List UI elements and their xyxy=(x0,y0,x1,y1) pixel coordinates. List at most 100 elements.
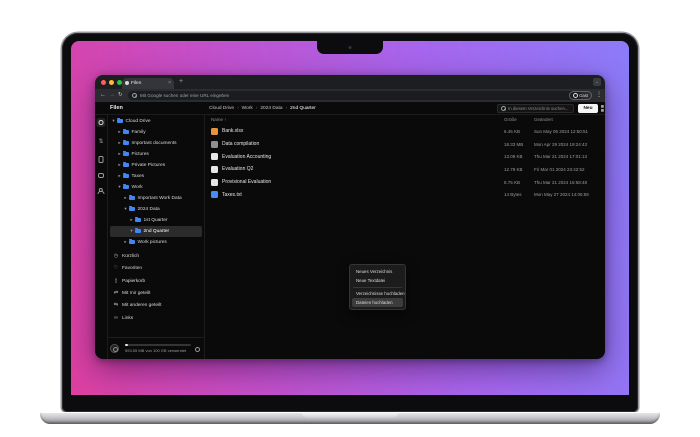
menu-item-upload-files[interactable]: Dateien hochladen xyxy=(352,298,403,307)
display-notch xyxy=(317,41,383,54)
file-rows: Bank.xlsx 6.45 KB Sun May 05 2024 12:50:… xyxy=(205,125,605,201)
sidebar-item-label: Favoriten xyxy=(122,266,142,271)
sidebar-item-label: Links xyxy=(122,316,133,321)
close-window-button[interactable] xyxy=(101,80,106,85)
column-header-size[interactable]: Größe xyxy=(504,115,517,125)
chevron-down-icon[interactable]: ▾ xyxy=(129,229,134,234)
folder-icon xyxy=(135,218,141,223)
shared-in-icon: ⇄ xyxy=(113,291,119,296)
breadcrumb-item-current[interactable]: 2nd Quarter xyxy=(290,106,316,111)
camera-icon xyxy=(349,46,352,49)
column-header-modified[interactable]: Geändert xyxy=(534,115,553,125)
chevron-right-icon[interactable]: ▸ xyxy=(117,141,122,146)
file-name: Evaluation Q2 xyxy=(222,166,253,172)
minimize-window-button[interactable] xyxy=(109,80,114,85)
tree-item-2nd-quarter-selected[interactable]: ▾ 2nd Quarter xyxy=(110,226,202,237)
tab-close-icon[interactable]: × xyxy=(168,81,171,86)
tree-item-work[interactable]: ▾ Work xyxy=(110,182,202,193)
laptop-base xyxy=(40,412,660,424)
filen-logo-button[interactable] xyxy=(97,118,106,127)
sidebar-item-recents[interactable]: ◷ Kürzlich xyxy=(108,251,204,263)
table-row[interactable]: Taxes.txt 14 Bytes Mon May 27 2024 14:05… xyxy=(205,188,605,201)
breadcrumb: Cloud Drive › Work › 2024 Data › 2nd Qua… xyxy=(209,102,316,115)
chevron-down-icon[interactable]: ▾ xyxy=(111,119,116,124)
column-header-name[interactable]: Name ↑ xyxy=(211,115,227,125)
chevron-right-icon[interactable]: ▸ xyxy=(117,174,122,179)
document-file-icon xyxy=(211,166,218,173)
chevron-right-icon[interactable]: ▸ xyxy=(117,130,122,135)
chevron-right-icon[interactable]: ▸ xyxy=(129,218,134,223)
tree-item-family[interactable]: ▸ Family xyxy=(110,127,202,138)
table-row[interactable]: Evaluation Accounting 13.09 KB Thu Mar 2… xyxy=(205,150,605,163)
breadcrumb-item[interactable]: Cloud Drive xyxy=(209,106,234,111)
tree-item-label: Work xyxy=(132,185,143,190)
table-row[interactable]: Provisional Evaluation 8.75 KB Thu Mar 2… xyxy=(205,176,605,189)
tab-title: Filen xyxy=(131,81,166,86)
menu-item-upload-directories[interactable]: Verzeichnisse hochladen xyxy=(352,289,403,298)
sidebar-item-links[interactable]: ∞ Links xyxy=(108,312,204,324)
file-size: 18.33 MB xyxy=(504,142,523,147)
storage-usage-fill xyxy=(125,344,128,346)
account-avatar[interactable] xyxy=(110,344,119,353)
sidebar-item-shared-with-me[interactable]: ⇄ Mit mir geteilt xyxy=(108,287,204,299)
chevron-right-icon[interactable]: ▸ xyxy=(123,240,128,245)
contacts-icon[interactable] xyxy=(98,188,104,194)
folder-icon xyxy=(129,207,135,212)
profile-button[interactable]: Gast xyxy=(569,91,592,100)
settings-gear-icon[interactable] xyxy=(195,347,200,352)
file-size: 14 Bytes xyxy=(504,192,522,197)
chevron-right-icon[interactable]: ▸ xyxy=(117,152,122,157)
tree-item-taxes[interactable]: ▸ Taxes xyxy=(110,171,202,182)
menu-item-new-text-file[interactable]: Neue Textdatei xyxy=(352,276,403,285)
folder-icon xyxy=(123,152,129,157)
sidebar-item-shared-with-others[interactable]: ⇆ Mit anderen geteilt xyxy=(108,300,204,312)
document-file-icon xyxy=(211,179,218,186)
transfers-icon[interactable]: ⇅ xyxy=(98,139,103,145)
tree-item-cloud-drive[interactable]: ▾ Cloud Drive xyxy=(110,116,202,127)
table-row[interactable]: Evaluation Q2 12.79 KB Fri Mar 01 2024 2… xyxy=(205,163,605,176)
grid-view-toggle-icon[interactable] xyxy=(601,105,605,112)
breadcrumb-item[interactable]: Work xyxy=(242,106,253,111)
menu-item-new-directory[interactable]: Neues Verzeichnis xyxy=(352,267,403,276)
table-row[interactable]: Bank.xlsx 6.45 KB Sun May 05 2024 12:50:… xyxy=(205,125,605,138)
tree-item-pictures[interactable]: ▸ Pictures xyxy=(110,149,202,160)
new-button[interactable]: Neu xyxy=(578,104,598,113)
tab-search-button[interactable]: ⌄ xyxy=(593,78,601,86)
file-name: Bank.xlsx xyxy=(222,128,243,134)
browser-menu-button[interactable]: ⋮ xyxy=(596,89,602,102)
chevron-down-icon[interactable]: ▾ xyxy=(117,185,122,190)
devices-icon[interactable] xyxy=(99,156,104,163)
tree-item-important-work-data[interactable]: ▸ Important Work Data xyxy=(110,193,202,204)
archive-file-icon xyxy=(211,141,218,148)
browser-tab-filen[interactable]: Filen × xyxy=(122,78,174,90)
sidebar-item-trash[interactable]: ▯ Papierkorb xyxy=(108,275,204,287)
tree-item-1st-quarter[interactable]: ▸ 1st Quarter xyxy=(110,215,202,226)
text-file-icon xyxy=(211,191,218,198)
folder-icon xyxy=(123,141,129,146)
chevron-right-icon[interactable]: ▸ xyxy=(117,163,122,168)
reload-button[interactable]: ↻ xyxy=(118,89,123,102)
table-row[interactable]: Data compilation 18.33 MB Mon Apr 29 202… xyxy=(205,138,605,151)
folder-icon xyxy=(117,119,123,124)
directory-search-input[interactable]: In diesem Verzeichnis suchen... xyxy=(497,104,574,113)
address-bar[interactable]: Mit Google suchen oder eine URL eingeben xyxy=(128,91,582,100)
new-tab-button[interactable]: + xyxy=(179,75,183,89)
chat-icon[interactable] xyxy=(98,173,104,178)
search-placeholder: In diesem Verzeichnis suchen... xyxy=(508,106,568,111)
tree-item-private-pictures[interactable]: ▸ Private Pictures xyxy=(110,160,202,171)
chevron-down-icon[interactable]: ▾ xyxy=(123,207,128,212)
back-button[interactable]: ← xyxy=(100,89,106,102)
sidebar-shortcuts: ◷ Kürzlich ♡ Favoriten ▯ Papierkorb xyxy=(108,251,204,325)
forward-button[interactable]: → xyxy=(109,89,115,102)
breadcrumb-item[interactable]: 2024 Data xyxy=(260,106,282,111)
context-menu: Neues Verzeichnis Neue Textdatei Verzeic… xyxy=(349,264,406,310)
file-modified: Mon Apr 29 2024 19:24:43 xyxy=(534,142,587,147)
link-icon: ∞ xyxy=(113,316,119,321)
chevron-right-icon[interactable]: ▸ xyxy=(123,196,128,201)
file-name: Evaluation Accounting xyxy=(222,154,271,160)
tree-item-important-documents[interactable]: ▸ Important documents xyxy=(110,138,202,149)
tree-item-work-pictures[interactable]: ▸ Work pictures xyxy=(110,237,202,248)
tree-item-2024-data[interactable]: ▾ 2024 Data xyxy=(110,204,202,215)
sidebar-item-favorites[interactable]: ♡ Favoriten xyxy=(108,263,204,275)
tree-item-label: Work pictures xyxy=(138,240,167,245)
